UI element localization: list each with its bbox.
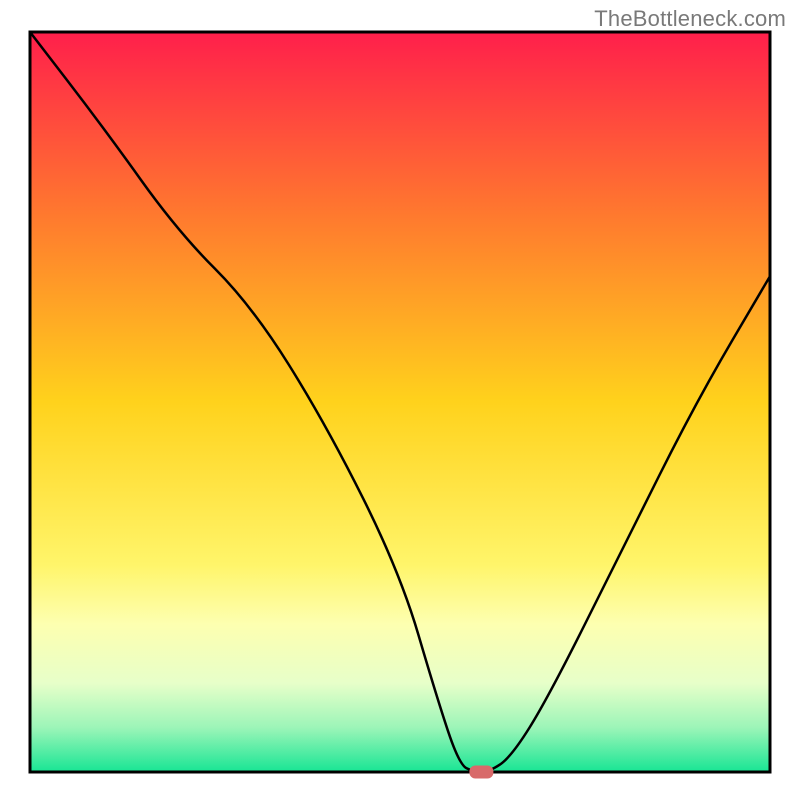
gradient-background: [30, 32, 770, 772]
chart-container: TheBottleneck.com: [0, 0, 800, 800]
watermark-label: TheBottleneck.com: [594, 6, 786, 32]
bottleneck-chart: [0, 0, 800, 800]
optimum-marker: [469, 766, 493, 779]
